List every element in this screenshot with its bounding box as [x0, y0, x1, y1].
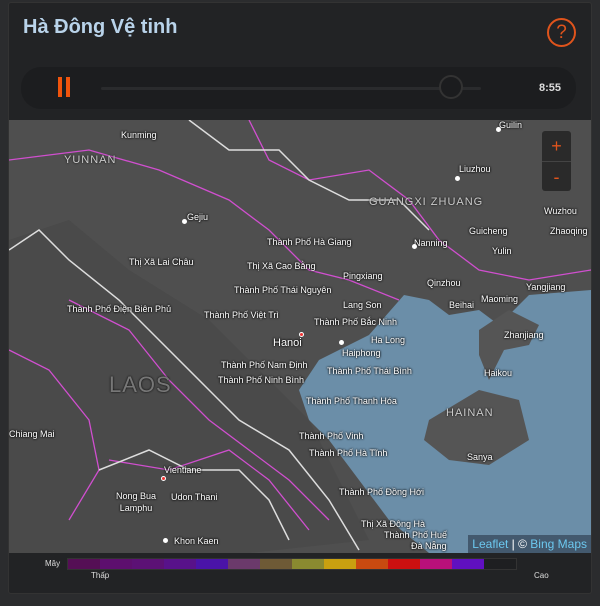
place-label: Nanning [414, 238, 448, 248]
legend-swatch [260, 559, 292, 569]
legend-swatch [132, 559, 164, 569]
place-label: Thành Phố Hà Giang [267, 237, 352, 247]
place-label: Zhanjiang [504, 330, 544, 340]
place-label: Thị Xã Cao Bằng [247, 261, 316, 271]
leaflet-link[interactable]: Leaflet [472, 537, 508, 551]
place-label: Yangjiang [526, 282, 566, 292]
place-label: Đà Nẵng [411, 541, 447, 551]
region-label: HAINAN [446, 407, 494, 419]
city-marker [455, 176, 460, 181]
zoom-out-button[interactable]: - [542, 161, 571, 191]
help-button[interactable]: ? [547, 18, 576, 47]
place-label: Beihai [449, 300, 475, 310]
playback-bar: 8:55 [21, 67, 576, 109]
place-label: Khon Kaen [174, 536, 219, 546]
page-title: Hà Đông Vệ tinh [23, 16, 178, 38]
place-label: Ha Long [371, 335, 406, 345]
place-label: Thành Phố Huế [384, 530, 448, 540]
legend-label: Mây [45, 559, 61, 568]
place-label: Thành Phố Thái Nguyên [234, 285, 332, 295]
place-label: Thành Phố Việt Trì [204, 310, 279, 320]
legend-swatch [388, 559, 420, 569]
place-label: Kunming [121, 130, 157, 140]
legend-swatch [420, 559, 452, 569]
place-label: Thị Xã Đông Hà [361, 519, 426, 529]
zoom-control: + - [542, 131, 571, 191]
place-label: Thành Phố Ninh Bình [218, 375, 305, 385]
legend-swatch [164, 559, 196, 569]
city-marker [496, 127, 501, 132]
place-label: Thành Phố Hà Tĩnh [309, 448, 388, 458]
capital-marker [299, 332, 304, 337]
zoom-in-button[interactable]: + [542, 131, 571, 161]
region-label: YUNNAN [64, 154, 117, 166]
place-label: Thành Phố Thanh Hóa [306, 396, 397, 406]
map[interactable]: YUNNAN GUANGXI ZHUANG LAOS HAINAN Kunmin… [9, 120, 591, 553]
timeline-slider[interactable] [101, 87, 481, 90]
place-label: Chiang Mai [9, 429, 55, 439]
place-label: Maoming [481, 294, 519, 304]
city-marker [163, 538, 168, 543]
legend-color-bar [67, 558, 517, 570]
place-label: Gejiu [187, 212, 209, 222]
bing-maps-link[interactable]: Bing Maps [530, 537, 587, 551]
region-label: LAOS [109, 372, 172, 397]
city-marker [339, 340, 344, 345]
time-label: 8:55 [539, 82, 562, 94]
place-label: Thị Xã Lai Châu [129, 257, 194, 267]
place-label: Hanoi [273, 337, 302, 349]
legend-low-label: Thấp [91, 571, 110, 580]
place-label: Zhaoqing [550, 226, 588, 236]
place-label: Yulin [492, 246, 512, 256]
place-label: Wuzhou [544, 206, 577, 216]
legend-high-label: Cao [534, 571, 549, 580]
pause-button[interactable] [58, 77, 72, 97]
place-label: Thành Phố Nam Định [221, 360, 308, 370]
capital-marker [161, 476, 166, 481]
place-label: Sanya [467, 452, 493, 462]
legend-swatch [228, 559, 260, 569]
legend-swatch [196, 559, 228, 569]
timeline-handle[interactable] [438, 75, 463, 99]
legend-swatch [452, 559, 484, 569]
legend-swatch [356, 559, 388, 569]
city-marker [412, 244, 417, 249]
place-label: Guilin [499, 120, 523, 130]
satellite-panel: Hà Đông Vệ tinh ? 8:55 YUNNAN GUANGXI ZH… [8, 2, 592, 594]
place-label: Guicheng [469, 226, 508, 236]
region-label: GUANGXI ZHUANG [369, 196, 484, 208]
legend-swatch [292, 559, 324, 569]
place-label: Udon Thani [171, 492, 218, 502]
legend-swatch [324, 559, 356, 569]
place-label: Thành Phố Thái Bình [327, 366, 412, 376]
place-label: Haiphong [342, 348, 381, 358]
place-label: Qinzhou [427, 278, 461, 288]
legend-swatch [100, 559, 132, 569]
place-label: Thành Phố Điện Biên Phủ [67, 304, 172, 314]
place-label: Haikou [484, 368, 513, 378]
place-label: Thành Phố Vinh [299, 431, 364, 441]
place-label: Thành Phố Đồng Hới [339, 487, 424, 497]
legend-swatch [484, 559, 516, 569]
place-label: Nong Bua Lamphu [115, 491, 157, 513]
place-label: Vientiane [164, 465, 202, 475]
city-marker [182, 219, 187, 224]
map-attribution: Leaflet | © Bing Maps [468, 535, 591, 553]
attribution-separator: | © [508, 537, 531, 551]
place-label: Liuzhou [459, 164, 491, 174]
legend-swatch [68, 559, 100, 569]
place-label: Thành Phố Bắc Ninh [314, 317, 398, 327]
place-label: Pingxiang [343, 271, 383, 281]
place-label: Lang Son [343, 300, 382, 310]
